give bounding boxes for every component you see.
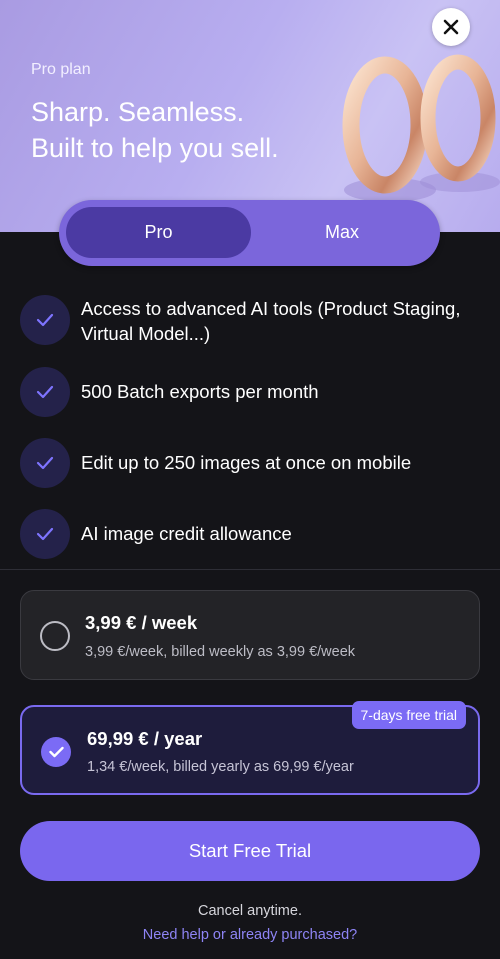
plan-detail: 1,34 €/week, billed yearly as 69,99 €/ye… — [87, 759, 354, 775]
cancel-note: Cancel anytime. — [198, 903, 302, 919]
earrings-image — [342, 54, 500, 202]
feature-text: 500 Batch exports per month — [81, 381, 319, 402]
plan-tier-switch: Pro Max — [59, 200, 440, 266]
trial-badge: 7-days free trial — [351, 701, 466, 729]
start-free-trial-button[interactable]: Start Free Trial — [20, 821, 480, 881]
feature-text: AI image credit allowance — [81, 523, 292, 544]
plan-option-weekly[interactable]: 3,99 € / week 3,99 €/week, billed weekly… — [20, 590, 480, 680]
divider — [0, 569, 500, 570]
tab-pro[interactable]: Pro — [66, 207, 251, 258]
hero-banner: Pro plan Sharp. Seamless. Built to help … — [0, 0, 500, 232]
checkmark-icon — [20, 367, 70, 417]
plan-option-yearly[interactable]: 69,99 € / year 1,34 €/week, billed yearl… — [20, 701, 480, 795]
close-icon — [443, 19, 459, 35]
checkmark-icon — [20, 438, 70, 488]
hero-title-line-2: Built to help you sell. — [31, 133, 279, 163]
hero-title: Sharp. Seamless. Built to help you sell. — [31, 94, 351, 166]
plan-price: 69,99 € / year — [87, 728, 203, 749]
plan-eyebrow: Pro plan — [31, 61, 91, 78]
feature-text: Edit up to 250 images at once on mobile — [81, 452, 412, 473]
radio-unselected-icon[interactable] — [40, 621, 70, 651]
tab-max[interactable]: Max — [251, 207, 433, 258]
radio-selected-icon[interactable] — [41, 737, 71, 767]
feature-text: Access to advanced AI tools (Product Sta… — [81, 298, 461, 344]
plan-detail: 3,99 €/week, billed weekly as 3,99 €/wee… — [85, 644, 356, 660]
close-button[interactable] — [432, 8, 470, 46]
checkmark-icon — [20, 295, 70, 345]
help-link[interactable]: Need help or already purchased? — [0, 927, 500, 943]
plan-price: 3,99 € / week — [85, 612, 198, 633]
hero-title-line-1: Sharp. Seamless. — [31, 97, 245, 127]
checkmark-icon — [20, 509, 70, 559]
